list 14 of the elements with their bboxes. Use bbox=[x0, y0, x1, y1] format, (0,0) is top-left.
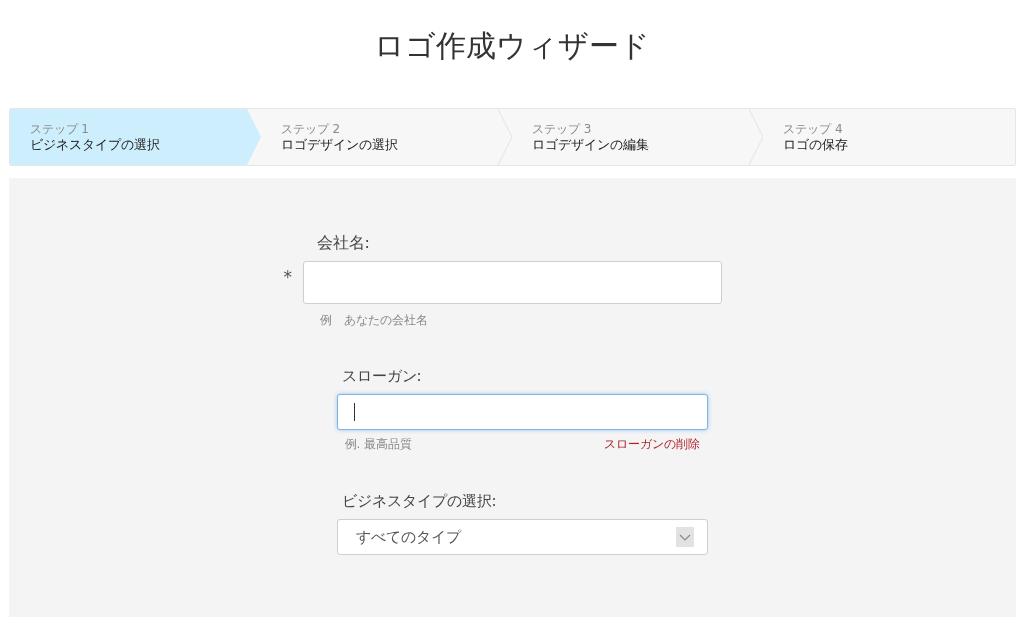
hint-text: 例. 最高品質 bbox=[344, 436, 413, 453]
text-input[interactable] bbox=[302, 261, 722, 304]
field-label: ビジネスタイプの選択: bbox=[341, 491, 498, 511]
business-type-select[interactable]: すべてのタイプ bbox=[336, 519, 708, 555]
text-input[interactable] bbox=[336, 394, 708, 430]
remove-slogan-link[interactable]: スローガンの削除 bbox=[603, 435, 700, 453]
chevron-down-icon bbox=[675, 527, 694, 547]
required-mark: * bbox=[283, 266, 293, 289]
page-title: ロゴ作成ウィザード bbox=[374, 27, 650, 65]
text-cursor bbox=[353, 403, 355, 421]
field-label: 会社名: bbox=[316, 233, 371, 253]
field-label: スローガン: bbox=[341, 366, 423, 386]
chevron-icon bbox=[246, 109, 261, 165]
hint-text: 例 あなたの会社名 bbox=[319, 312, 429, 329]
